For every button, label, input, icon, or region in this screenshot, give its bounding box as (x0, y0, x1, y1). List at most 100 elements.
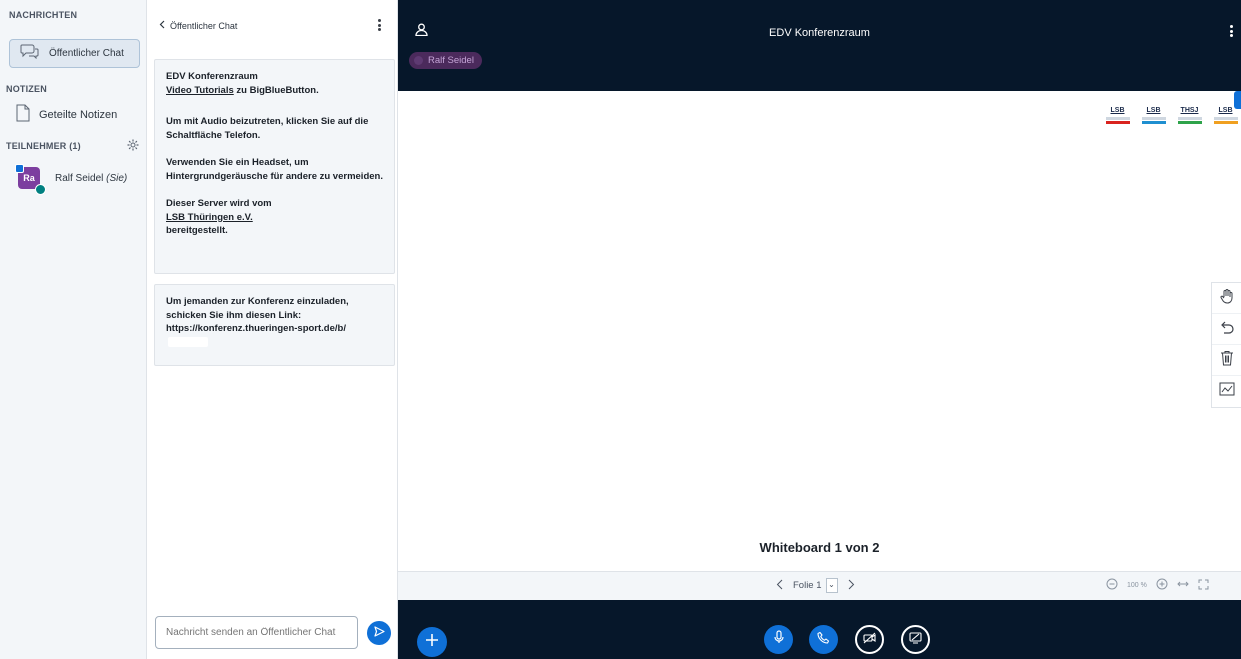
chat-bubbles-icon (20, 43, 40, 64)
tutorials-text: zu BigBlueButton. (233, 84, 319, 96)
public-chat-label: Öffentlicher Chat (49, 48, 124, 59)
public-chat-item[interactable]: Öffentlicher Chat (9, 39, 140, 68)
bigbluebutton-app: NACHRICHTEN Öffentlicher Chat NOTIZEN Ge… (0, 0, 1241, 659)
avatar-initials: Ra (23, 173, 35, 183)
chat-options-icon[interactable] (375, 18, 383, 34)
invite-link-row: https://konferenz.thueringen-sport.de/b/ (166, 322, 383, 349)
redacted-mask (168, 336, 208, 347)
tutorials-link[interactable]: Video Tutorials (166, 85, 234, 96)
partner-logo-stripe (1213, 121, 1238, 124)
hand-icon (1219, 288, 1235, 309)
welcome-title: EDV Konferenzraum (166, 71, 258, 82)
multi-user-toggle-button[interactable] (1212, 376, 1241, 407)
undo-button[interactable] (1212, 314, 1241, 345)
previous-slide-button[interactable] (776, 579, 783, 593)
shared-notes-label: Geteilte Notizen (39, 109, 118, 121)
invite-link[interactable]: https://konferenz.thueringen-sport.de/b/ (166, 323, 346, 334)
server-line-2: bereitgestellt. (166, 225, 228, 236)
messages-section-title: NACHRICHTEN (9, 10, 78, 20)
partner-logo-bar (1105, 117, 1130, 120)
whiteboard-toolbar (1211, 282, 1241, 408)
partner-logo: LSB (1104, 106, 1131, 128)
participants-section-title: TEILNEHMER (1) (6, 141, 81, 151)
chat-message-input[interactable] (155, 616, 358, 649)
microphone-icon (773, 630, 785, 649)
chevron-down-icon: ⌄ (825, 578, 838, 593)
send-message-button[interactable] (367, 621, 391, 645)
hand-tool-button[interactable] (1212, 283, 1241, 314)
main-area: EDV Konferenzraum Ralf Seidel LSB LSB THSJ… (398, 0, 1241, 659)
notes-section-title: NOTIZEN (6, 84, 47, 94)
minimize-presentation-button[interactable] (1234, 91, 1241, 109)
participant-row[interactable]: Ra Ralf Seidel (Sie) (15, 163, 127, 195)
shared-notes-item[interactable]: Geteilte Notizen (16, 104, 118, 127)
fit-width-button[interactable] (1177, 580, 1189, 590)
logo-strip: LSB LSB THSJ LSB (1104, 106, 1239, 128)
talking-indicator[interactable]: Ralf Seidel (409, 52, 482, 69)
partner-logo-text: THSJ (1180, 107, 1199, 114)
chat-back-button[interactable]: Öffentlicher Chat (159, 20, 237, 31)
avatar: Ra (15, 164, 46, 195)
presenter-icon (15, 164, 24, 173)
participant-name: Ralf Seidel (Sie) (55, 173, 127, 184)
send-icon (373, 624, 385, 642)
options-menu-icon[interactable] (1227, 24, 1235, 40)
whiteboard[interactable]: LSB LSB THSJ LSB Whiteboard 1 von 2 (398, 91, 1241, 571)
navbar: EDV Konferenzraum Ralf Seidel (398, 0, 1241, 91)
participant-name-text: Ralf Seidel (55, 172, 104, 184)
slide-navigation: Folie 1 ⌄ (776, 578, 855, 593)
zoom-level: 100 % (1127, 581, 1147, 589)
undo-icon (1219, 319, 1235, 340)
chat-header: Öffentlicher Chat (147, 0, 398, 50)
chart-line-icon (1219, 382, 1235, 401)
clear-button[interactable] (1212, 345, 1241, 376)
invite-text: Um jemanden zur Konferenz einzuladen, sc… (166, 296, 349, 321)
zoom-out-button[interactable] (1106, 578, 1118, 592)
microphone-button[interactable] (764, 625, 793, 654)
presentation-toolbar: Folie 1 ⌄ 100 % (398, 571, 1241, 600)
partner-logo: LSB (1212, 106, 1239, 128)
document-icon (16, 104, 30, 127)
partner-logo-bar (1213, 117, 1238, 120)
screenshare-button[interactable] (901, 625, 930, 654)
webcam-button[interactable] (855, 625, 884, 654)
zoom-in-button[interactable] (1156, 578, 1168, 592)
camera-off-icon (862, 631, 877, 649)
talking-dot-icon (414, 56, 423, 65)
chat-title: Öffentlicher Chat (170, 20, 238, 31)
partner-logo-stripe (1105, 121, 1130, 124)
talker-name: Ralf Seidel (428, 55, 474, 66)
next-slide-button[interactable] (848, 579, 855, 593)
welcome-tutorials: Video Tutorials zu BigBlueButton. (166, 84, 383, 98)
server-link[interactable]: LSB Thüringen e.V. (166, 211, 383, 225)
partner-logo-stripe (1141, 121, 1166, 124)
plus-icon (425, 633, 439, 652)
audio-hint: Um mit Audio beizutreten, klicken Sie au… (166, 116, 369, 141)
partner-logo-bar (1141, 117, 1166, 120)
actions-button[interactable] (417, 627, 447, 657)
server-line-1: Dieser Server wird vom (166, 198, 272, 209)
phone-icon (817, 631, 830, 649)
slide-select-label: Folie 1 (793, 580, 822, 591)
fullscreen-button[interactable] (1198, 579, 1209, 592)
action-bar (398, 600, 1241, 659)
leave-audio-button[interactable] (809, 625, 838, 654)
headset-hint: Verwenden Sie ein Headset, um Hintergrun… (166, 157, 383, 182)
audio-status-icon (35, 184, 46, 195)
trash-icon (1220, 350, 1234, 371)
partner-logo: LSB (1140, 106, 1167, 128)
gear-icon[interactable] (127, 138, 139, 156)
whiteboard-title: Whiteboard 1 von 2 (759, 540, 880, 555)
slide-select[interactable]: Folie 1 ⌄ (793, 578, 838, 593)
partner-logo-text: LSB (1218, 107, 1233, 114)
user-list-panel: NACHRICHTEN Öffentlicher Chat NOTIZEN Ge… (0, 0, 147, 659)
screenshare-off-icon (909, 631, 922, 649)
partner-logo: THSJ (1176, 106, 1203, 128)
zoom-controls: 100 % (1106, 578, 1209, 592)
partner-logo-stripe (1177, 121, 1202, 124)
meeting-title: EDV Konferenzraum (769, 27, 870, 39)
chat-panel: Öffentlicher Chat EDV Konferenzraum Vide… (147, 0, 398, 659)
participant-you-tag: (Sie) (106, 172, 128, 184)
partner-logo-bar (1177, 117, 1202, 120)
welcome-message: EDV Konferenzraum Video Tutorials zu Big… (154, 59, 395, 274)
